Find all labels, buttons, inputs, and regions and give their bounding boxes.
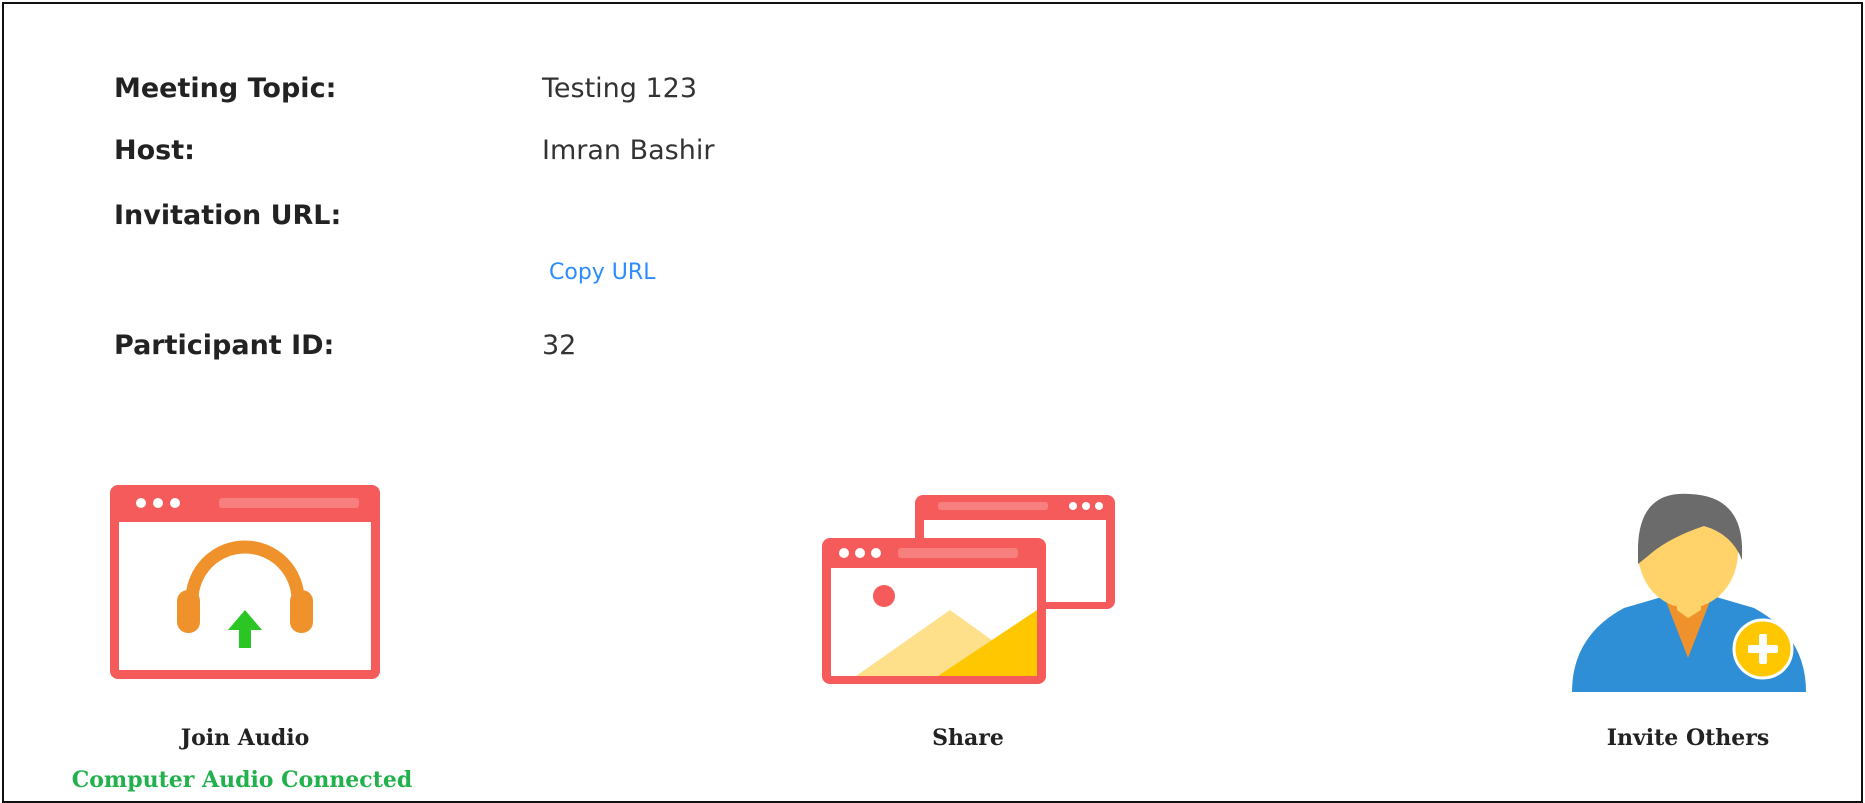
join-audio-button[interactable] [107, 482, 383, 682]
invite-others-button[interactable] [1564, 486, 1812, 696]
host-label: Host: [114, 135, 195, 166]
audio-window-icon [110, 485, 380, 679]
join-audio-label: Join Audio [180, 725, 310, 751]
copy-url-link[interactable]: Copy URL [549, 260, 655, 285]
meeting-topic-label: Meeting Topic: [114, 73, 337, 104]
invite-person-icon [1572, 493, 1806, 692]
participant-id-value: 32 [542, 330, 577, 361]
audio-status-text: Computer Audio Connected [71, 767, 413, 793]
share-screens-icon [822, 495, 1115, 684]
invitation-url-label: Invitation URL: [114, 200, 342, 231]
meeting-info-panel: Meeting Topic: Testing 123 Host: Imran B… [2, 2, 1863, 803]
share-label: Share [932, 725, 1004, 751]
meeting-topic-value: Testing 123 [542, 73, 698, 104]
share-button[interactable] [818, 492, 1118, 688]
invite-others-label: Invite Others [1606, 725, 1770, 751]
host-value: Imran Bashir [542, 135, 715, 166]
participant-id-label: Participant ID: [114, 330, 335, 361]
